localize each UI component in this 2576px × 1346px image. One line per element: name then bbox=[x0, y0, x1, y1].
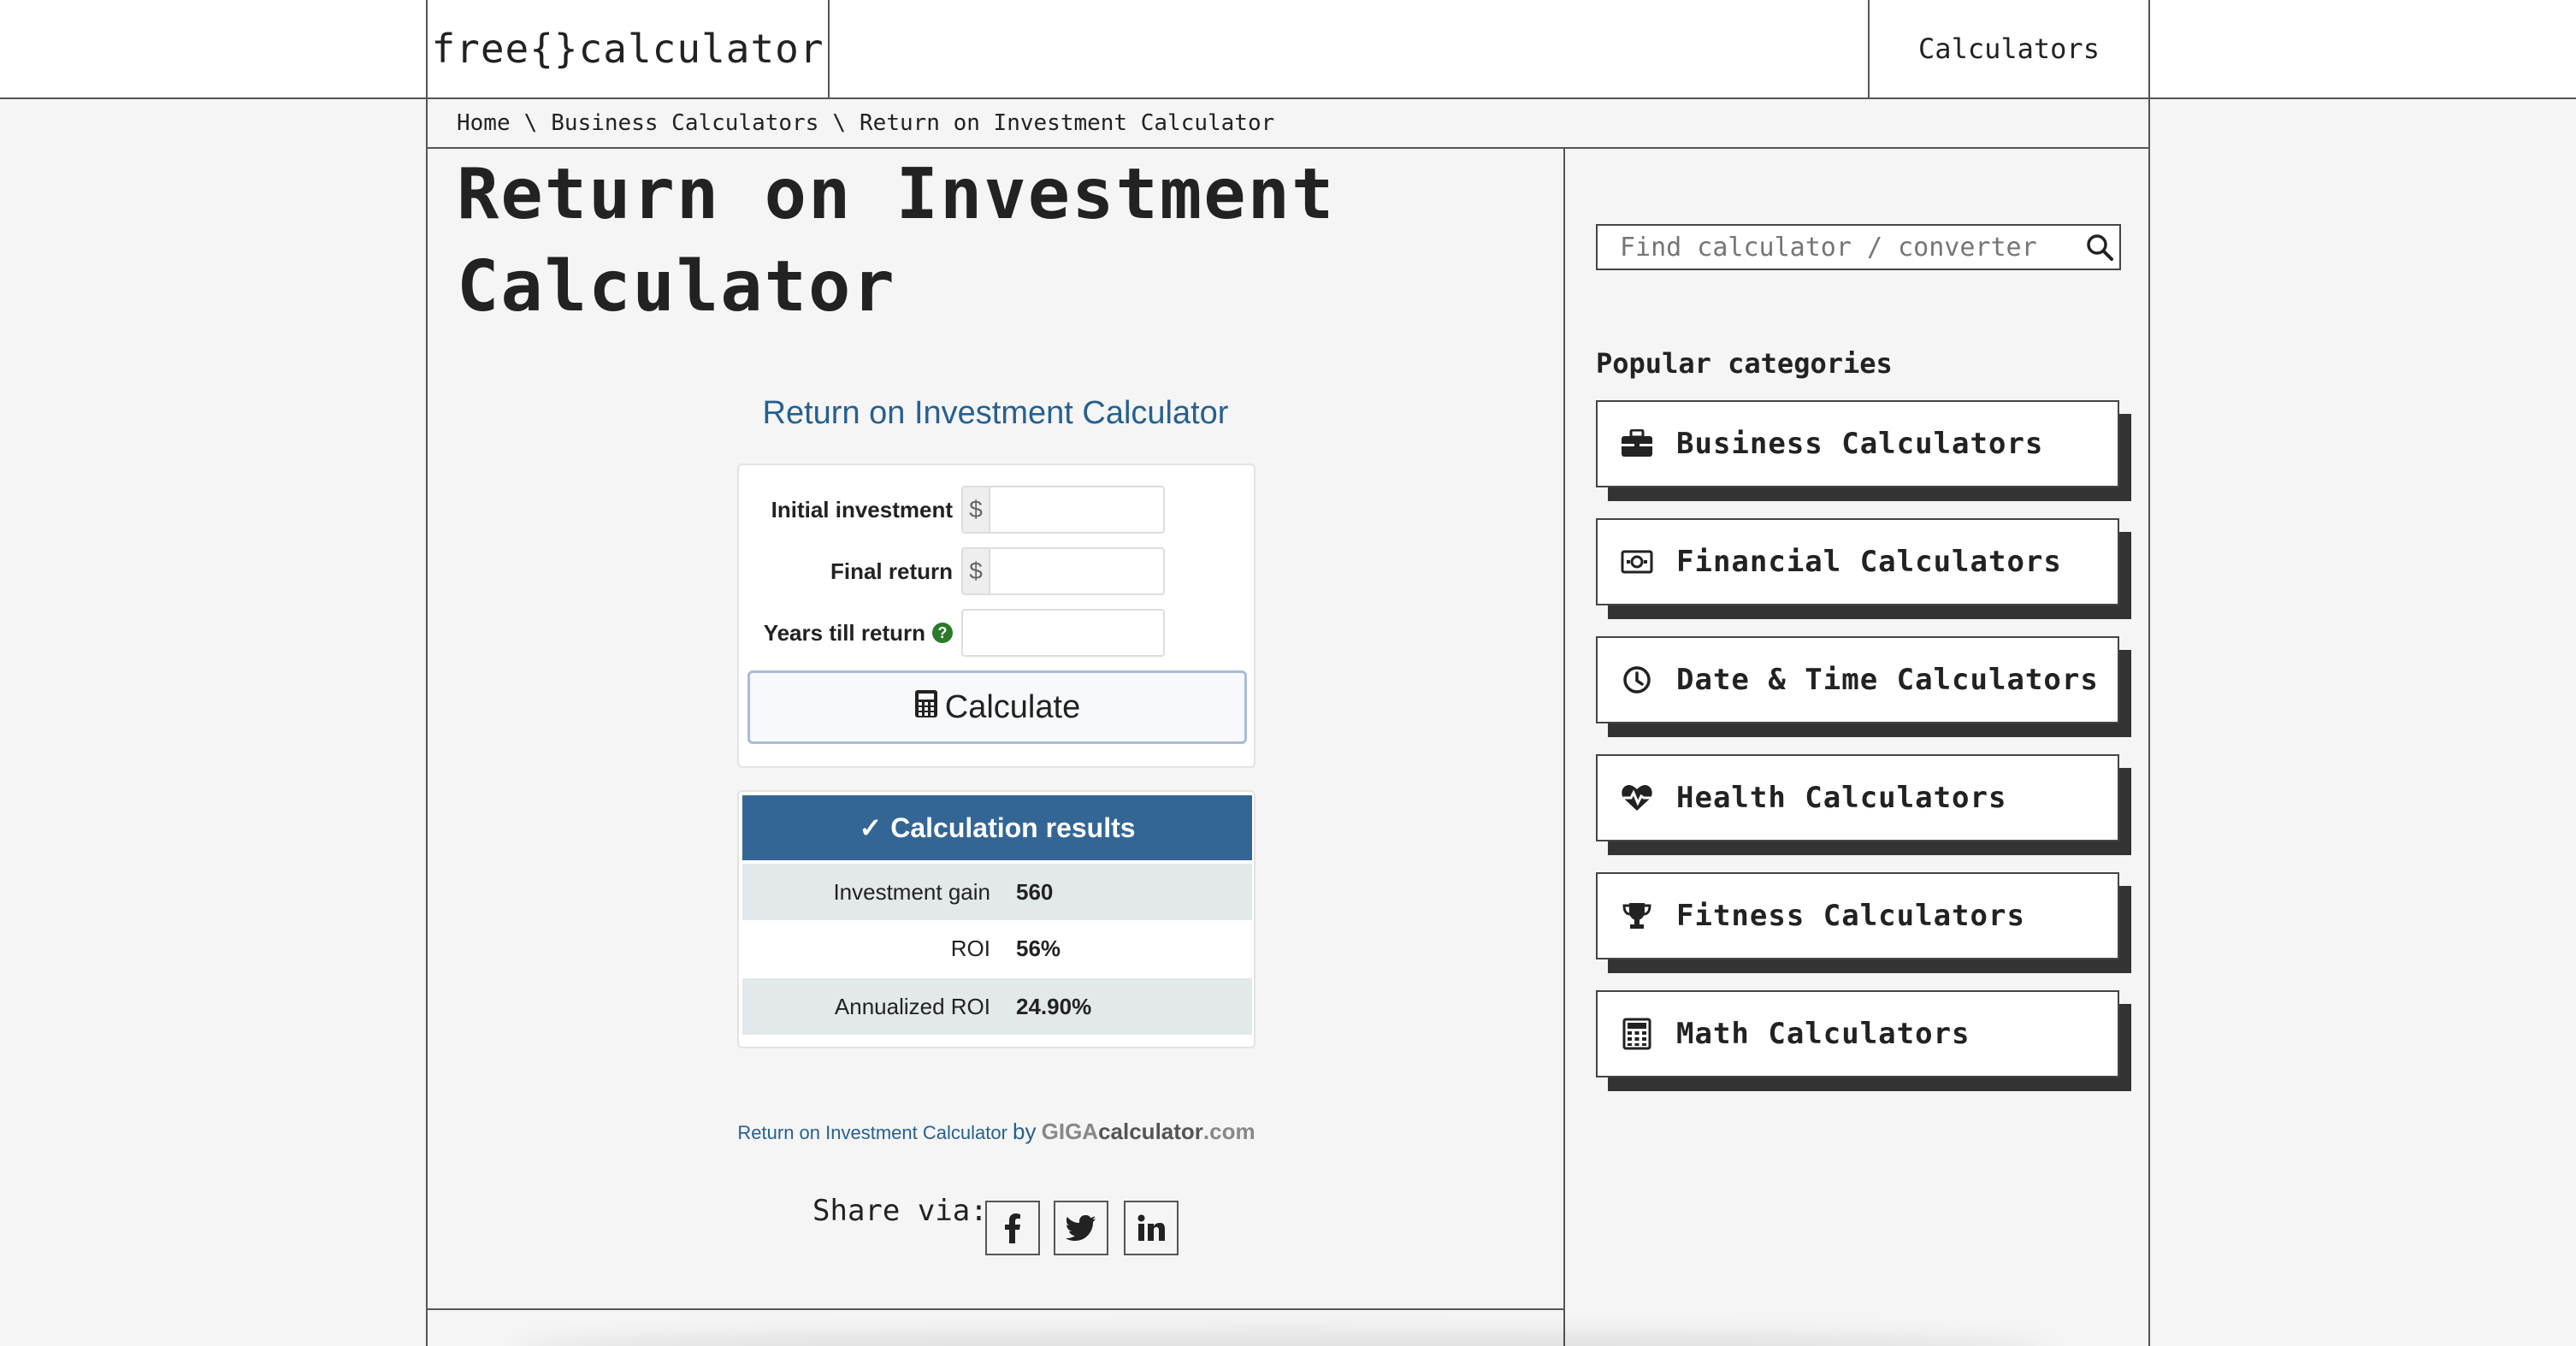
popular-categories-heading: Popular categories bbox=[1596, 347, 1893, 380]
credit-by: by bbox=[1013, 1119, 1037, 1144]
briefcase-icon bbox=[1598, 429, 1676, 458]
final-return-row: Final return $ bbox=[739, 547, 1257, 595]
category-card[interactable]: Fitness Calculators bbox=[1596, 872, 2119, 959]
final-return-label: Final return bbox=[830, 558, 953, 584]
site-logo[interactable]: free{}calculator bbox=[426, 0, 830, 97]
frame-right-border bbox=[2148, 99, 2150, 1346]
category-card[interactable]: Business Calculators bbox=[1596, 400, 2119, 487]
breadcrumb-current: Return on Investment Calculator bbox=[860, 110, 1275, 136]
page-title: Return on Investment Calculator bbox=[457, 149, 1483, 334]
brand-tld: .com bbox=[1202, 1119, 1256, 1144]
brand-calculator: calculator bbox=[1098, 1119, 1203, 1144]
clock-icon bbox=[1598, 665, 1676, 694]
initial-investment-row: Initial investment $ ▲ ▼ bbox=[739, 486, 1257, 534]
trophy-icon bbox=[1598, 901, 1676, 930]
initial-investment-label: Initial investment bbox=[771, 496, 953, 522]
breadcrumb: Home \ Business Calculators \ Return on … bbox=[428, 99, 2148, 149]
calculate-button[interactable]: Calculate bbox=[747, 670, 1247, 744]
frame-left-border bbox=[426, 99, 428, 1346]
result-label: Investment gain bbox=[833, 878, 990, 905]
share-facebook-button[interactable] bbox=[985, 1201, 1040, 1255]
category-card[interactable]: Date & Time Calculators bbox=[1596, 636, 2119, 723]
category-fitness[interactable]: Fitness Calculators bbox=[1596, 872, 2131, 973]
brand-giga: GIGA bbox=[1041, 1119, 1099, 1144]
results-panel: ✓ Calculation results Investment gain 56… bbox=[737, 790, 1256, 1048]
category-label: Financial Calculators bbox=[1676, 545, 2062, 579]
results-heading: Calculation results bbox=[890, 812, 1136, 843]
gigacalculator-logo[interactable]: GIGAcalculator.com bbox=[1042, 1119, 1256, 1144]
category-card[interactable]: Health Calculators bbox=[1596, 754, 2119, 841]
result-label: Annualized ROI bbox=[834, 993, 990, 1019]
calculator-title: Return on Investment Calculator bbox=[762, 395, 1229, 431]
calculate-button-label: Calculate bbox=[944, 688, 1081, 725]
category-card[interactable]: Financial Calculators bbox=[1596, 518, 2119, 605]
calculator-form: Initial investment $ ▲ ▼ Final return $ … bbox=[737, 463, 1256, 768]
result-row-roi: ROI 56% bbox=[742, 920, 1252, 977]
category-health[interactable]: Health Calculators bbox=[1596, 754, 2131, 855]
years-till-return-group: years bbox=[961, 609, 1165, 657]
breadcrumb-home[interactable]: Home bbox=[457, 110, 511, 136]
calculator-icon bbox=[914, 689, 938, 726]
category-label: Math Calculators bbox=[1676, 1017, 1970, 1051]
search-input[interactable] bbox=[1598, 232, 2080, 263]
help-icon[interactable]: ? bbox=[932, 623, 953, 643]
final-return-group: $ bbox=[961, 547, 1165, 595]
share-label: Share via: bbox=[812, 1194, 988, 1228]
result-value: 24.90% bbox=[1016, 993, 1092, 1019]
credit-link[interactable]: Return on Investment Calculator bbox=[737, 1122, 1007, 1143]
result-row-annualized-roi: Annualized ROI 24.90% bbox=[742, 978, 1252, 1035]
search-icon[interactable] bbox=[2080, 226, 2119, 269]
top-bar: free{}calculator Calculators bbox=[0, 0, 2576, 99]
category-label: Business Calculators bbox=[1676, 427, 2044, 461]
result-row-investment-gain: Investment gain 560 bbox=[742, 864, 1252, 920]
breadcrumb-business-calculators[interactable]: Business Calculators bbox=[551, 110, 818, 136]
twitter-icon bbox=[1066, 1215, 1096, 1241]
category-financial[interactable]: Financial Calculators bbox=[1596, 518, 2131, 619]
column-divider bbox=[1563, 149, 1565, 1346]
heartbeat-icon bbox=[1598, 783, 1676, 812]
category-date-time[interactable]: Date & Time Calculators bbox=[1596, 636, 2131, 737]
result-label: ROI bbox=[950, 935, 990, 961]
result-value: 56% bbox=[1016, 935, 1061, 961]
money-bill-icon bbox=[1598, 550, 1676, 574]
category-business[interactable]: Business Calculators bbox=[1596, 400, 2131, 501]
calculator-credit: Return on Investment Calculator by GIGAc… bbox=[734, 1119, 1259, 1145]
years-till-return-input[interactable] bbox=[963, 611, 1163, 655]
category-label: Health Calculators bbox=[1676, 781, 2007, 815]
category-math[interactable]: Math Calculators bbox=[1596, 990, 2131, 1091]
content-bottom-border bbox=[428, 1308, 1563, 1310]
nav-calculators-link[interactable]: Calculators bbox=[1868, 0, 2150, 97]
category-label: Fitness Calculators bbox=[1676, 899, 2025, 933]
page-title-line2: Calculator bbox=[457, 246, 896, 328]
results-header: ✓ Calculation results bbox=[742, 795, 1252, 860]
dollar-prefix: $ bbox=[963, 549, 990, 593]
years-till-return-label: Years till return ? bbox=[764, 609, 953, 657]
sidebar-search bbox=[1596, 224, 2121, 270]
calculator-icon bbox=[1598, 1018, 1676, 1050]
share-linkedin-button[interactable] bbox=[1124, 1201, 1179, 1255]
linkedin-icon bbox=[1137, 1214, 1165, 1241]
checkmark-icon: ✓ bbox=[859, 812, 883, 843]
category-label: Date & Time Calculators bbox=[1676, 663, 2099, 697]
initial-investment-input[interactable] bbox=[990, 487, 1163, 532]
share-twitter-button[interactable] bbox=[1054, 1201, 1108, 1255]
initial-investment-group: $ ▲ ▼ bbox=[961, 486, 1165, 534]
result-value: 560 bbox=[1016, 878, 1054, 905]
breadcrumb-separator: \ bbox=[832, 110, 847, 136]
category-card[interactable]: Math Calculators bbox=[1596, 990, 2119, 1077]
page-title-line1: Return on Investment bbox=[457, 154, 1336, 235]
facebook-icon bbox=[1005, 1213, 1020, 1243]
final-return-input[interactable] bbox=[990, 549, 1163, 593]
dollar-prefix: $ bbox=[963, 487, 990, 532]
footer-shadow bbox=[513, 1331, 2053, 1346]
years-till-return-text: Years till return bbox=[763, 619, 925, 646]
breadcrumb-separator: \ bbox=[523, 110, 538, 136]
years-till-return-row: Years till return ? years bbox=[739, 609, 1257, 657]
